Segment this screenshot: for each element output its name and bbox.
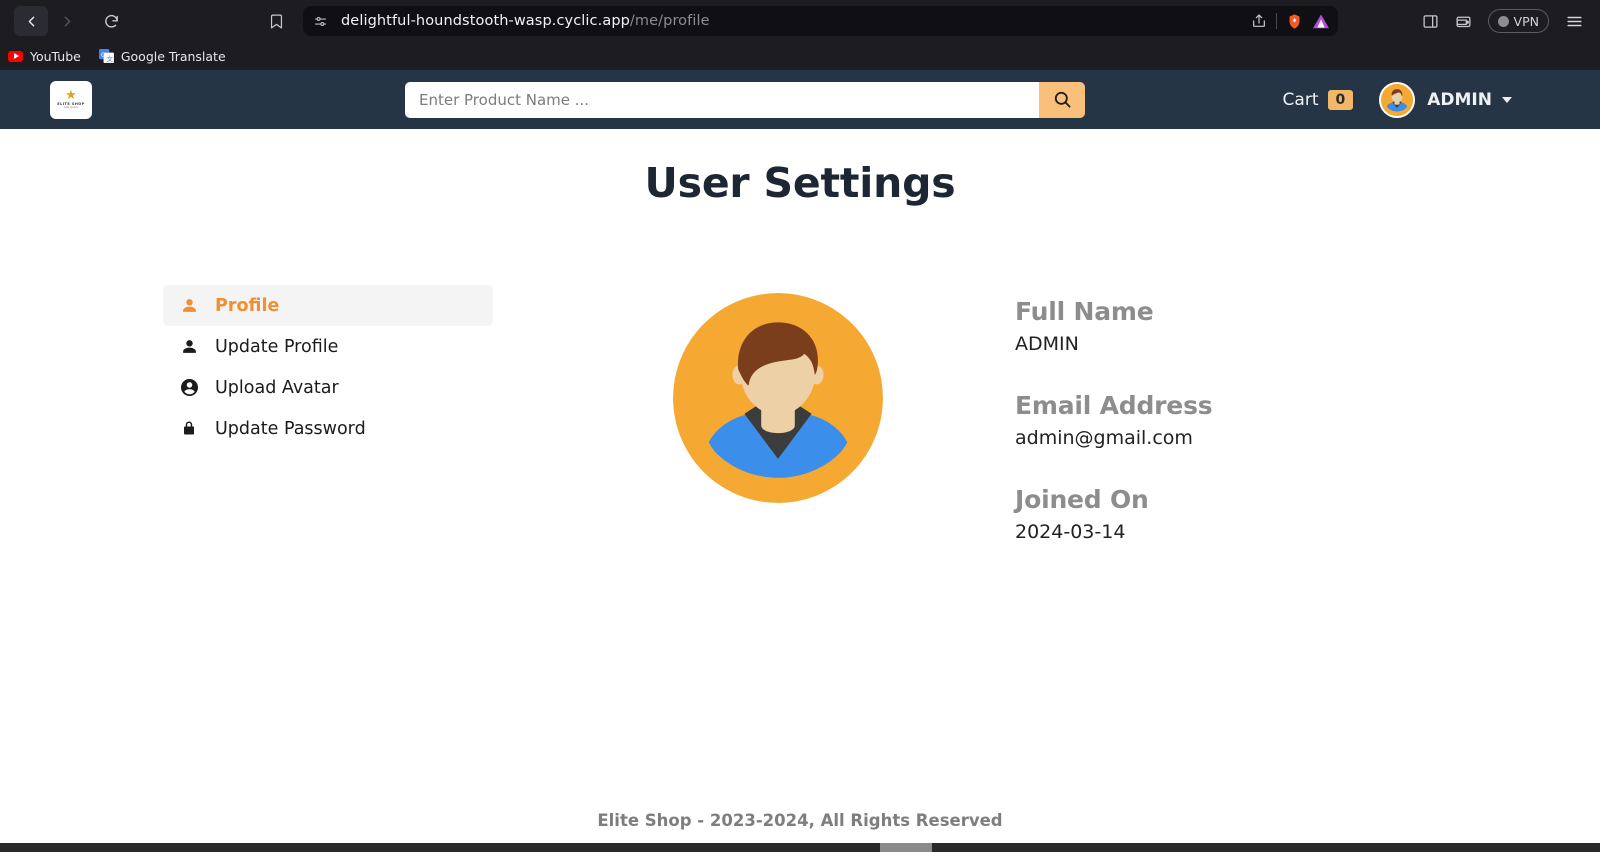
bookmark-label: YouTube [30,48,81,64]
scrollbar-thumb[interactable] [880,843,932,852]
sidebar-item-label: Profile [215,295,280,316]
page-content: User Settings Profile Update Profile Upl… [0,129,1600,852]
site-settings-icon[interactable] [313,14,328,29]
youtube-icon [8,50,23,62]
page-footer: Elite Shop - 2023-2024, All Rights Reser… [597,811,1003,830]
sidebar-item-label: Upload Avatar [215,377,339,398]
bookmark-google-translate[interactable]: G 文 Google Translate [98,48,226,64]
back-button[interactable] [14,6,48,36]
detail-email-address: Email Address admin@gmail.com [1015,391,1213,449]
avatar [1379,81,1416,118]
reload-button[interactable] [94,6,128,36]
svg-text:文: 文 [106,54,113,63]
navigation-buttons [14,6,128,36]
site-navbar: ★ ELITE SHOP best quality Cart 0 [0,70,1600,129]
vpn-status-dot [1497,15,1509,27]
bookmark-label: Google Translate [120,48,226,64]
chrome-right-actions: VPN [1422,9,1590,33]
bookmark-icon[interactable] [268,13,285,30]
detail-label: Full Name [1015,297,1154,326]
brave-lion-icon[interactable] [1286,13,1303,30]
share-icon[interactable] [1251,13,1267,29]
search-button[interactable] [1039,81,1085,118]
profile-avatar-container [673,293,883,579]
sidebar-item-upload-avatar[interactable]: Upload Avatar [163,367,493,408]
detail-value: admin@gmail.com [1015,427,1193,449]
browser-toolbar: delightful-houndstooth-wasp.cyclic.app/m… [0,0,1600,42]
page-title: User Settings [644,159,956,207]
detail-value: 2024-03-14 [1015,521,1126,543]
forward-button[interactable] [50,6,84,36]
detail-label: Email Address [1015,391,1213,420]
product-search [405,81,1085,118]
person-fill-icon [181,338,199,355]
google-translate-icon: G 文 [98,49,115,64]
cart-count-badge: 0 [1327,89,1354,110]
detail-value: ADMIN [1015,333,1079,355]
vpn-label: VPN [1513,13,1539,29]
vpn-button[interactable]: VPN [1487,9,1549,33]
sidebar-panel-icon[interactable] [1422,13,1439,30]
person-circle-icon [181,379,199,396]
cart-link[interactable]: Cart 0 [1282,89,1354,110]
hamburger-menu-icon[interactable] [1565,12,1584,31]
user-avatar-large-icon [673,293,883,503]
detail-label: Joined On [1015,485,1149,514]
url-path: /me/profile [629,13,710,29]
sidebar-item-label: Update Profile [215,336,339,357]
url-bar[interactable]: delightful-houndstooth-wasp.cyclic.app/m… [303,6,1338,36]
site-logo[interactable]: ★ ELITE SHOP best quality [50,80,92,119]
sidebar-item-update-password[interactable]: Update Password [163,408,493,449]
toolbar-divider [1276,13,1277,29]
settings-layout: Profile Update Profile Upload Avatar Upd… [0,207,1600,579]
wallet-icon[interactable] [1455,13,1472,30]
triangle-extension-icon[interactable] [1312,13,1330,29]
sidebar-item-label: Update Password [215,418,366,439]
sidebar-item-profile[interactable]: Profile [163,285,493,326]
url-bar-actions [1251,6,1330,36]
caret-down-icon [1502,96,1512,103]
logo-subtext: best quality [63,105,79,109]
person-fill-icon [181,297,199,314]
settings-sidebar: Profile Update Profile Upload Avatar Upd… [163,285,493,579]
cart-label: Cart [1282,89,1319,110]
bookmarks-bar: YouTube G 文 Google Translate [0,42,1600,70]
horizontal-scrollbar[interactable] [0,843,1600,852]
logo-star-icon: ★ [65,87,77,103]
search-icon [1053,90,1072,109]
url-domain: delightful-houndstooth-wasp.cyclic.app [341,13,630,29]
detail-joined-on: Joined On 2024-03-14 [1015,485,1212,543]
bookmark-youtube[interactable]: YouTube [8,49,81,64]
profile-details: Full Name ADMIN Email Address admin@gmai… [1015,297,1213,579]
browser-chrome: delightful-houndstooth-wasp.cyclic.app/m… [0,0,1600,70]
lock-fill-icon [181,420,199,437]
navbar-right: Cart 0 ADMIN [1282,81,1600,118]
user-name: ADMIN [1427,89,1492,110]
detail-full-name: Full Name ADMIN [1015,297,1212,355]
sidebar-item-update-profile[interactable]: Update Profile [163,326,493,367]
user-menu[interactable]: ADMIN [1379,81,1512,118]
search-input[interactable] [405,81,1039,118]
